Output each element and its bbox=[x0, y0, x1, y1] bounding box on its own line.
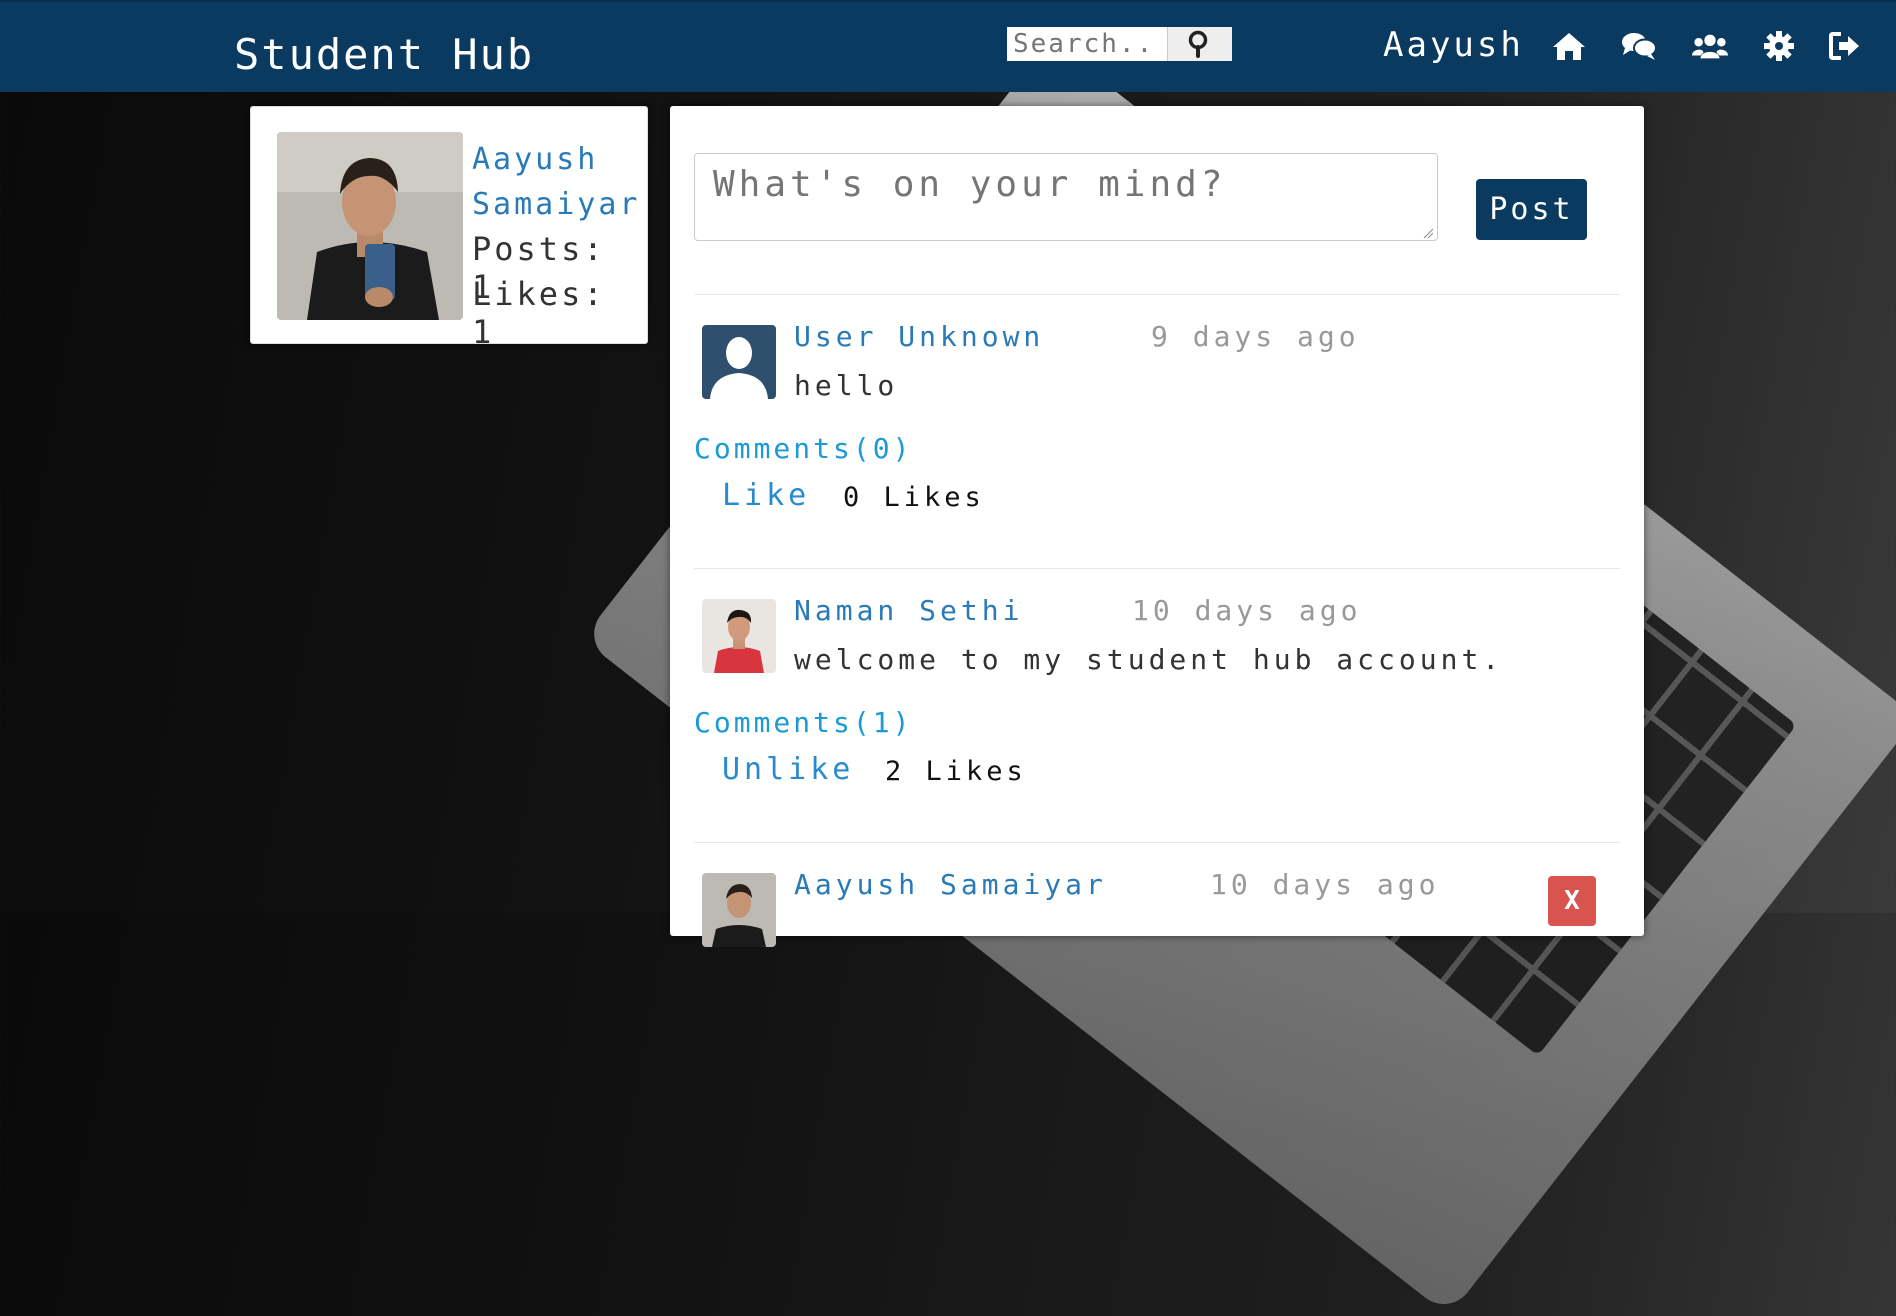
divider bbox=[694, 842, 1620, 843]
profile-card: Aayush Samaiyar Posts: 1 Likes: 1 bbox=[250, 106, 648, 351]
unlike-button[interactable]: Unlike bbox=[722, 752, 854, 787]
brand-title[interactable]: Student Hub bbox=[234, 30, 534, 79]
delete-post-button[interactable]: X bbox=[1548, 876, 1596, 926]
post-avatar[interactable] bbox=[702, 873, 776, 947]
home-icon bbox=[1553, 33, 1585, 60]
search-input[interactable] bbox=[1007, 27, 1167, 61]
top-navbar: Student Hub Aayush bbox=[0, 0, 1896, 92]
logout-button[interactable] bbox=[1827, 29, 1863, 63]
post-time: 10 days ago bbox=[1132, 594, 1362, 627]
divider bbox=[694, 294, 1620, 295]
post-author[interactable]: User Unknown bbox=[794, 320, 1044, 353]
post-composer-input[interactable] bbox=[694, 153, 1438, 241]
gear-icon bbox=[1764, 31, 1794, 61]
likes-count: 2 Likes bbox=[885, 756, 1027, 787]
logout-icon bbox=[1829, 32, 1859, 60]
profile-name[interactable]: Aayush Samaiyar bbox=[472, 137, 641, 227]
divider bbox=[694, 568, 1620, 569]
like-button[interactable]: Like bbox=[722, 478, 810, 513]
news-feed: Post User Unknown 9 days ago hello Comme… bbox=[670, 106, 1644, 947]
post-time: 9 days ago bbox=[1151, 320, 1360, 353]
post-author[interactable]: Aayush Samaiyar bbox=[794, 868, 1107, 901]
nav-user-name[interactable]: Aayush bbox=[1383, 25, 1524, 65]
resize-grip-icon[interactable] bbox=[1422, 227, 1434, 239]
search-bar bbox=[1007, 27, 1232, 61]
post-avatar[interactable] bbox=[702, 599, 776, 673]
post-avatar[interactable] bbox=[702, 325, 776, 399]
post-button[interactable]: Post bbox=[1476, 179, 1587, 240]
search-button[interactable] bbox=[1167, 27, 1232, 61]
likes-count: 0 Likes bbox=[843, 482, 985, 513]
search-icon bbox=[1188, 30, 1208, 58]
comments-link[interactable]: Comments(1) bbox=[694, 706, 912, 739]
chat-icon bbox=[1622, 33, 1657, 60]
post-author[interactable]: Naman Sethi bbox=[794, 594, 1023, 627]
post-body: hello bbox=[794, 369, 899, 402]
settings-button[interactable] bbox=[1761, 29, 1797, 63]
profile-likes-count: Likes: 1 bbox=[472, 275, 606, 351]
friends-button[interactable] bbox=[1692, 29, 1728, 63]
post-time: 10 days ago bbox=[1210, 868, 1440, 901]
profile-first-name[interactable]: Aayush bbox=[472, 137, 641, 182]
users-icon bbox=[1692, 34, 1728, 59]
messages-button[interactable] bbox=[1621, 29, 1657, 63]
profile-last-name[interactable]: Samaiyar bbox=[472, 182, 641, 227]
comments-link[interactable]: Comments(0) bbox=[694, 432, 912, 465]
profile-avatar[interactable] bbox=[277, 132, 463, 320]
post-body: welcome to my student hub account. bbox=[794, 643, 1504, 676]
home-button[interactable] bbox=[1551, 29, 1587, 63]
